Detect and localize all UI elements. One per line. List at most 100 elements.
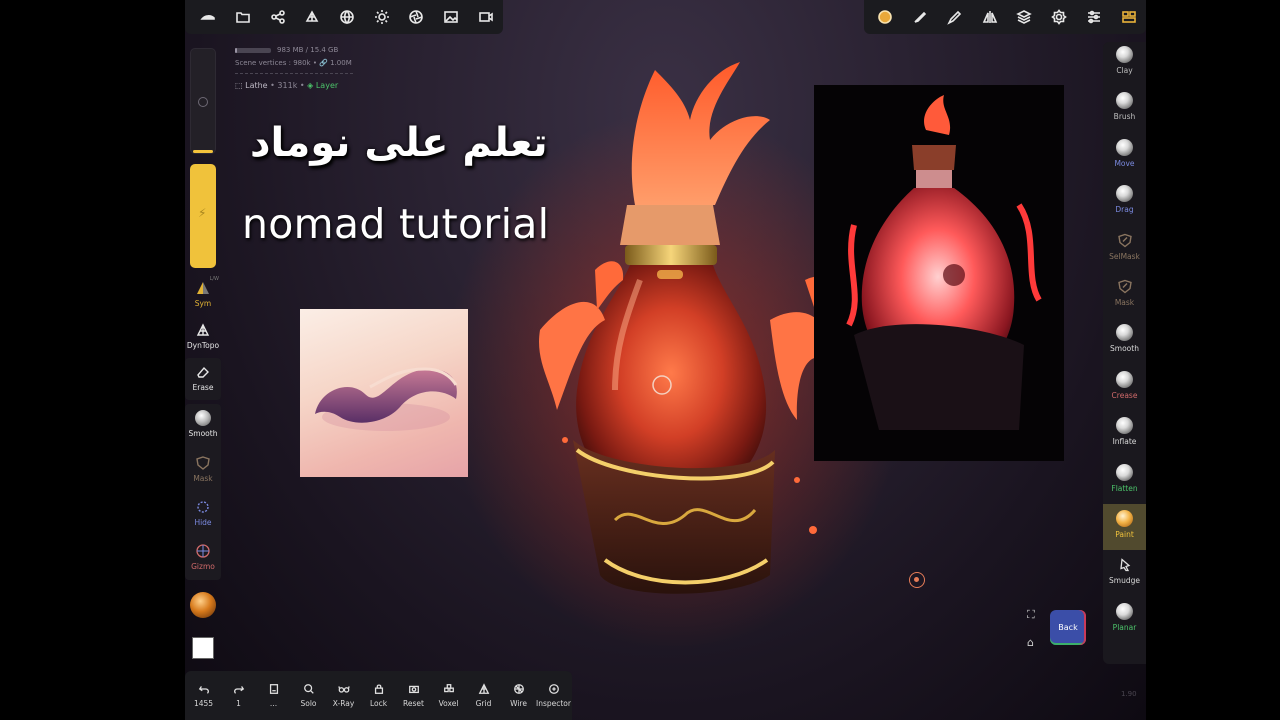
home-icon[interactable]: ⌂	[1027, 636, 1034, 649]
glasses-icon	[337, 686, 350, 693]
camera-reset-label: Reset	[403, 699, 424, 708]
brush-smooth-button[interactable]: Smooth	[1103, 318, 1146, 364]
memory-usage: 983 MB / 15.4 GB	[277, 46, 339, 54]
smooth-button[interactable]: Smooth	[185, 410, 221, 438]
brush-brush-button[interactable]: Brush	[1103, 86, 1146, 132]
brush-flatten-label: Flatten	[1111, 483, 1138, 493]
paint-brush-icon[interactable]	[903, 0, 938, 34]
paint-brush-icon	[1116, 510, 1133, 527]
lightning-icon: ⚡	[198, 206, 207, 220]
title-arabic: تعلم على نوماد	[250, 120, 548, 166]
color-swatch	[192, 637, 214, 659]
redo-button[interactable]: 1	[221, 683, 256, 708]
erase-button[interactable]: Erase	[185, 364, 221, 392]
fullscreen-icon[interactable]: ⛶	[1027, 608, 1035, 622]
folder-icon[interactable]	[226, 0, 261, 34]
search-button[interactable]: Solo	[291, 683, 326, 708]
redo-label: 1	[236, 699, 241, 708]
pivot-target-icon[interactable]	[909, 572, 925, 588]
inspector-button[interactable]: Inspector	[536, 683, 571, 708]
image-icon[interactable]	[434, 0, 469, 34]
inspector-icon	[548, 684, 559, 694]
brush-flatten-button[interactable]: Flatten	[1103, 458, 1146, 504]
nomad-logo-shape	[315, 367, 458, 431]
brush-smudge-label: Smudge	[1109, 576, 1140, 586]
brush-selmask-button[interactable]: SelMask	[1103, 226, 1146, 272]
brush-paint-button[interactable]: Paint	[1103, 504, 1146, 550]
share-nodes-icon[interactable]	[260, 0, 295, 34]
tools-grid-icon[interactable]	[1111, 0, 1146, 34]
sym-button[interactable]: L/W Sym	[185, 276, 221, 308]
symmetry-icon[interactable]	[972, 0, 1007, 34]
top-toolbar-left	[185, 0, 503, 34]
sym-label: Sym	[194, 299, 212, 308]
glasses-button[interactable]: X-Ray	[326, 683, 361, 708]
letterbox-right	[1146, 0, 1280, 720]
smooth-sphere-icon	[195, 410, 211, 426]
globe-icon[interactable]	[330, 0, 365, 34]
pen-icon[interactable]	[938, 0, 973, 34]
camera-reset-icon	[408, 685, 419, 694]
camera-reset-button[interactable]: Reset	[396, 683, 431, 708]
letterbox-left	[0, 0, 185, 720]
hide-button[interactable]: Hide	[185, 499, 221, 527]
bottom-toolbar: 1455 1... Solo X-Ray Lock Reset Voxel Grid Wire I…	[185, 671, 572, 720]
nomad-logo-icon[interactable]	[191, 0, 226, 34]
brush-drag-label: Drag	[1115, 205, 1134, 215]
stats-divider	[235, 73, 353, 74]
brush-mask-button[interactable]: Mask	[1103, 272, 1146, 318]
voxel-button[interactable]: Voxel	[431, 683, 466, 708]
brush-planar-button[interactable]: Planar	[1103, 597, 1146, 643]
brush-move-button[interactable]: Move	[1103, 133, 1146, 179]
sym-badge: L/W	[209, 276, 219, 282]
material-preview-button[interactable]	[185, 592, 221, 618]
dyntopo-icon	[196, 323, 210, 336]
back-button[interactable]: Back	[1050, 610, 1086, 645]
scene-stats: 983 MB / 15.4 GB Scene vertices : 980k •…	[235, 44, 353, 92]
sliders-icon[interactable]	[1077, 0, 1112, 34]
intensity-slider[interactable]: ⚡	[190, 164, 216, 268]
grid-label: Grid	[475, 699, 492, 708]
inflate-brush-icon	[1116, 417, 1133, 435]
drag-brush-icon	[1116, 185, 1133, 203]
grid-button[interactable]: Grid	[466, 683, 501, 708]
gizmo-icon	[196, 544, 210, 558]
radius-knob-icon	[198, 97, 208, 107]
video-icon[interactable]	[468, 0, 503, 34]
radius-slider[interactable]	[190, 48, 216, 154]
layers-icon[interactable]	[1007, 0, 1042, 34]
brush-planar-label: Planar	[1112, 622, 1137, 632]
material-ball-icon[interactable]	[868, 0, 903, 34]
sun-icon[interactable]	[364, 0, 399, 34]
mask-shield-icon	[196, 456, 210, 470]
color-swatch-button[interactable]	[185, 637, 221, 659]
mesh-icon[interactable]	[295, 0, 330, 34]
camera-aperture-icon[interactable]	[399, 0, 434, 34]
erase-label: Erase	[192, 383, 214, 392]
brush-inflate-button[interactable]: Inflate	[1103, 411, 1146, 457]
undo-button[interactable]: 1455	[186, 683, 221, 708]
mask-brush-icon	[1117, 279, 1132, 294]
crease-brush-icon	[1116, 370, 1133, 388]
lock-button[interactable]: Lock	[361, 683, 396, 708]
settings-icon[interactable]	[1042, 0, 1077, 34]
version-label: 1.90	[1121, 690, 1137, 698]
brush-drag-button[interactable]: Drag	[1103, 179, 1146, 225]
mask-label: Mask	[193, 474, 213, 483]
wire-icon	[513, 684, 524, 694]
brush-crease-button[interactable]: Crease	[1103, 365, 1146, 411]
object-info[interactable]: ⬚ Lathe • 311k • ◈ Layer	[235, 79, 353, 92]
mask-button[interactable]: Mask	[185, 455, 221, 483]
brush-clay-label: Clay	[1116, 66, 1133, 75]
brush-smudge-button[interactable]: Smudge	[1103, 550, 1146, 596]
gizmo-button[interactable]: Gizmo	[185, 543, 221, 571]
wire-button[interactable]: Wire	[501, 683, 536, 708]
voxel-label: Voxel	[438, 699, 459, 708]
history-button[interactable]: ...	[256, 683, 291, 708]
brush-tools-panel: Clay Brush Move Drag SelMask Mask Smooth Crease…	[1103, 42, 1146, 664]
brush-crease-label: Crease	[1111, 390, 1138, 400]
brush-inflate-label: Inflate	[1112, 437, 1137, 447]
brush-clay-button[interactable]: Clay	[1103, 42, 1146, 86]
search-label: Solo	[300, 699, 317, 708]
dyntopo-button[interactable]: DynTopo	[185, 322, 221, 350]
